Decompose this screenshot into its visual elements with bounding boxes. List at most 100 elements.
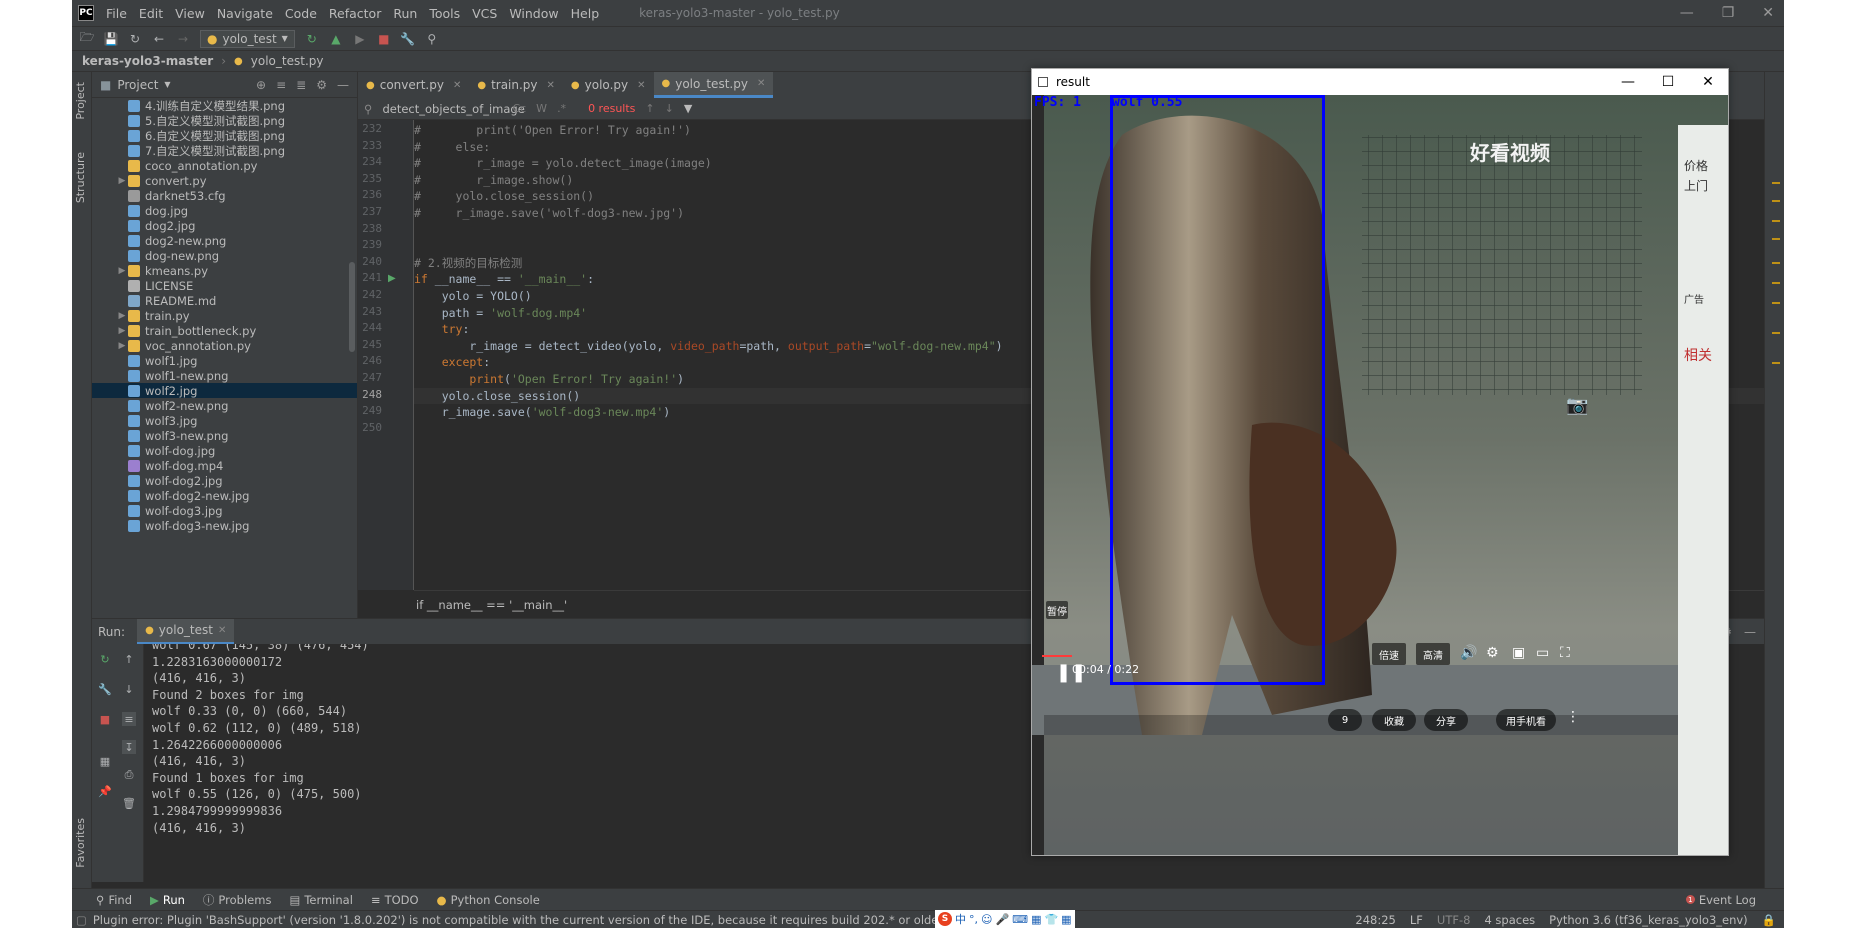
- regex-toggle[interactable]: .*: [557, 102, 566, 115]
- run-config-dropdown[interactable]: ● yolo_test ▼: [200, 29, 295, 48]
- project-file-item[interactable]: darknet53.cfg: [92, 188, 357, 203]
- match-case-toggle[interactable]: Cc: [512, 102, 526, 115]
- run-gutter-icon[interactable]: ▶: [388, 273, 396, 284]
- lock-icon[interactable]: 🔒: [1762, 913, 1776, 927]
- warning-marker[interactable]: [1772, 302, 1780, 304]
- warning-marker[interactable]: [1772, 362, 1780, 364]
- emoji-icon[interactable]: ☺: [981, 913, 992, 926]
- file-encoding[interactable]: UTF-8: [1437, 913, 1471, 927]
- close-icon[interactable]: ✕: [1762, 5, 1774, 21]
- project-panel-title[interactable]: Project: [117, 78, 158, 92]
- gear-icon[interactable]: ⚙: [316, 78, 327, 92]
- skin-icon[interactable]: 👕: [1044, 913, 1058, 926]
- project-file-item[interactable]: ▶ voc_annotation.py: [92, 338, 357, 353]
- rerun-icon[interactable]: ↻: [98, 652, 112, 666]
- project-file-item[interactable]: wolf3.jpg: [92, 413, 357, 428]
- project-file-item[interactable]: 6.自定义模型测试截图.png: [92, 128, 357, 143]
- stop-icon[interactable]: ■: [98, 712, 112, 726]
- next-occurrence-icon[interactable]: ↓: [665, 102, 674, 115]
- close-icon[interactable]: ✕: [637, 80, 645, 91]
- pip-icon[interactable]: ▣: [1512, 645, 1525, 661]
- soft-wrap-icon[interactable]: ≡: [122, 712, 136, 726]
- structure-tool-tab[interactable]: Structure: [74, 152, 87, 203]
- grid-icon[interactable]: ▦: [1061, 913, 1071, 926]
- previous-occurrence-icon[interactable]: ↑: [645, 102, 654, 115]
- chevron-right-icon[interactable]: ▶: [116, 326, 128, 336]
- chevron-right-icon[interactable]: ▶: [116, 176, 128, 186]
- close-icon[interactable]: ✕: [547, 80, 555, 91]
- wrench-icon[interactable]: 🔧: [98, 682, 112, 696]
- warning-marker[interactable]: [1772, 200, 1780, 202]
- status-message[interactable]: Plugin error: Plugin 'BashSupport' (vers…: [93, 913, 1033, 927]
- keyboard-icon[interactable]: ⌨: [1012, 913, 1028, 926]
- project-file-item[interactable]: wolf-dog2-new.jpg: [92, 488, 357, 503]
- chinese-mode-icon[interactable]: 中: [955, 911, 966, 927]
- speed-button[interactable]: 倍速: [1372, 643, 1406, 665]
- save-icon[interactable]: 💾: [104, 32, 119, 46]
- project-file-item[interactable]: wolf-dog2.jpg: [92, 473, 357, 488]
- close-icon[interactable]: ✕: [453, 80, 461, 91]
- warning-marker[interactable]: [1772, 182, 1780, 184]
- close-icon[interactable]: ✕: [757, 78, 765, 89]
- project-file-item[interactable]: wolf2-new.png: [92, 398, 357, 413]
- collect-button[interactable]: 收藏: [1372, 709, 1416, 731]
- minimize-icon[interactable]: —: [1680, 5, 1694, 21]
- chevron-right-icon[interactable]: ▶: [116, 266, 128, 276]
- project-file-item[interactable]: dog2.jpg: [92, 218, 357, 233]
- project-file-item[interactable]: wolf2.jpg: [92, 383, 357, 398]
- chevron-right-icon[interactable]: ▶: [116, 341, 128, 351]
- search-icon[interactable]: ⚲: [425, 32, 439, 46]
- breadcrumb-project[interactable]: keras-yolo3-master: [82, 54, 213, 68]
- debug-icon[interactable]: ▲: [329, 32, 343, 46]
- problems-tool-tab[interactable]: ⓘ Problems: [203, 892, 272, 908]
- more-icon[interactable]: ⋮: [1566, 709, 1580, 725]
- menu-item[interactable]: Code: [285, 6, 317, 21]
- watch-on-phone-button[interactable]: 用手机看: [1496, 709, 1556, 731]
- toolbox-icon[interactable]: ▦: [1031, 913, 1041, 926]
- project-file-item[interactable]: ▶ train.py: [92, 308, 357, 323]
- menu-item[interactable]: Refactor: [329, 6, 381, 21]
- project-file-item[interactable]: coco_annotation.py: [92, 158, 357, 173]
- project-file-item[interactable]: ▶ convert.py: [92, 173, 357, 188]
- down-icon[interactable]: ↓: [122, 682, 136, 696]
- menu-item[interactable]: Navigate: [217, 6, 273, 21]
- project-file-item[interactable]: wolf-dog3-new.jpg: [92, 518, 357, 533]
- project-file-item[interactable]: 4.训练自定义模型结果.png: [92, 98, 357, 113]
- run-tool-tab[interactable]: ▶ Run: [150, 893, 185, 907]
- open-folder-icon[interactable]: 🗁: [80, 30, 95, 46]
- warning-marker[interactable]: [1772, 332, 1780, 334]
- indent-setting[interactable]: 4 spaces: [1484, 913, 1535, 927]
- project-file-item[interactable]: README.md: [92, 293, 357, 308]
- status-square-icon[interactable]: ▢: [76, 913, 87, 927]
- volume-icon[interactable]: 🔊: [1460, 645, 1477, 661]
- project-file-item[interactable]: ▶ train_bottleneck.py: [92, 323, 357, 338]
- trash-icon[interactable]: 🗑: [122, 796, 136, 810]
- editor-tab[interactable]: ● train.py ✕: [469, 72, 563, 98]
- python-interpreter[interactable]: Python 3.6 (tf36_keras_yolo3_env): [1549, 913, 1748, 927]
- warning-marker[interactable]: [1772, 220, 1780, 222]
- wrench-icon[interactable]: 🔧: [400, 32, 415, 46]
- project-file-item[interactable]: 7.自定义模型测试截图.png: [92, 143, 357, 158]
- hide-icon[interactable]: —: [337, 78, 349, 92]
- project-file-item[interactable]: wolf-dog.jpg: [92, 443, 357, 458]
- caret-position[interactable]: 248:25: [1355, 913, 1395, 927]
- filter-icon[interactable]: ▼: [684, 102, 692, 115]
- menu-item[interactable]: Help: [571, 6, 600, 21]
- close-icon[interactable]: ✕: [1688, 69, 1728, 95]
- maximize-icon[interactable]: ☐: [1648, 69, 1688, 95]
- project-file-item[interactable]: wolf-dog.mp4: [92, 458, 357, 473]
- editor-tab[interactable]: ● yolo_test.py ✕: [653, 72, 774, 98]
- editor-tab[interactable]: ● convert.py ✕: [358, 72, 469, 98]
- warning-marker[interactable]: [1772, 238, 1780, 240]
- project-file-item[interactable]: 5.自定义模型测试截图.png: [92, 113, 357, 128]
- menu-item[interactable]: VCS: [472, 6, 497, 21]
- editor-tab[interactable]: ● yolo.py ✕: [563, 72, 654, 98]
- gear-icon[interactable]: ⚙: [1486, 645, 1499, 661]
- python-console-tool-tab[interactable]: ● Python Console: [437, 893, 540, 907]
- menu-item[interactable]: Edit: [139, 6, 163, 21]
- project-file-item[interactable]: wolf1-new.png: [92, 368, 357, 383]
- warning-marker[interactable]: [1772, 282, 1780, 284]
- menu-item[interactable]: Window: [509, 6, 558, 21]
- restore-icon[interactable]: ❐: [1722, 5, 1735, 21]
- todo-tool-tab[interactable]: ≡ TODO: [371, 893, 419, 907]
